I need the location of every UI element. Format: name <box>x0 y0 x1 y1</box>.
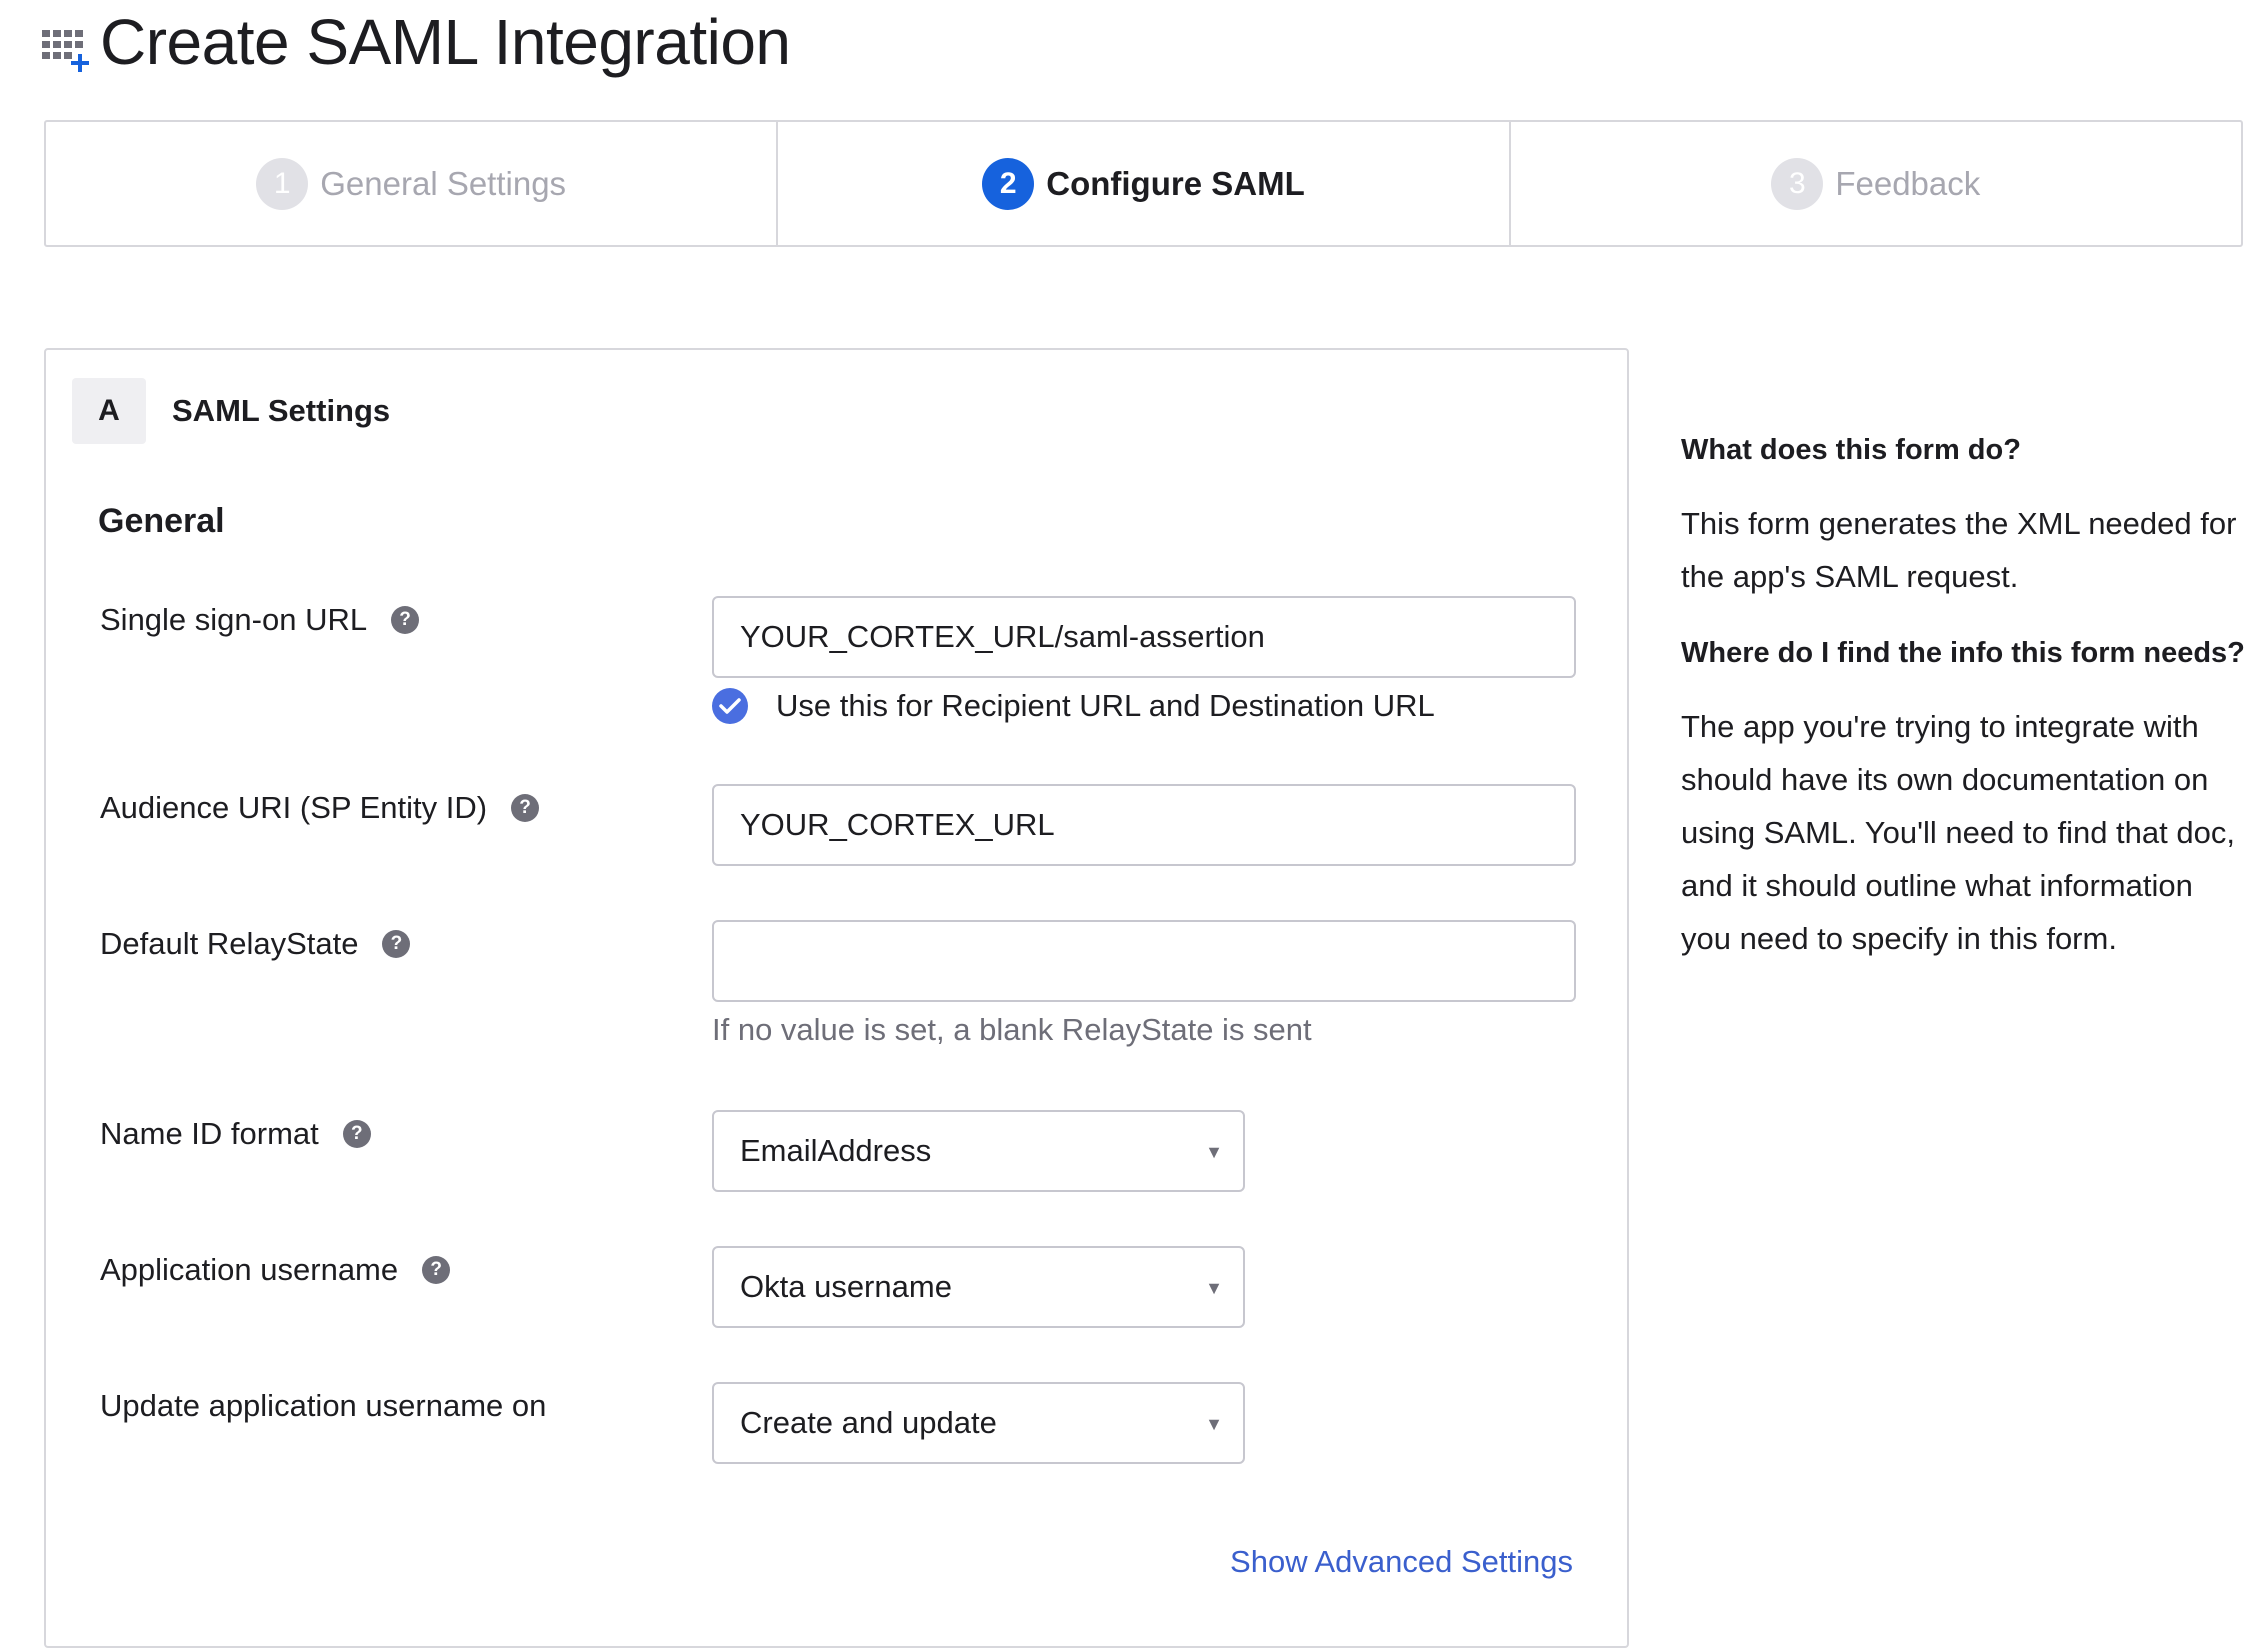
name-id-format-select[interactable]: EmailAddress ▼ <box>712 1110 1245 1192</box>
chevron-down-icon: ▼ <box>1205 1142 1223 1162</box>
step-configure-saml[interactable]: 2 Configure SAML <box>778 122 1511 245</box>
sidebar-answer-1: This form generates the XML needed for t… <box>1681 506 2237 594</box>
step-number: 2 <box>982 157 1035 210</box>
name-id-format-label-text: Name ID format <box>100 1116 319 1151</box>
page-title: Create SAML Integration <box>100 6 791 78</box>
recipient-url-checkbox-row[interactable]: Use this for Recipient URL and Destinati… <box>712 688 1435 724</box>
show-advanced-settings-link[interactable]: Show Advanced Settings <box>1230 1544 1573 1580</box>
update-username-on-label-text: Update application username on <box>100 1388 547 1423</box>
help-icon[interactable]: ? <box>382 930 411 958</box>
help-icon[interactable]: ? <box>342 1120 371 1148</box>
update-username-on-select[interactable]: Create and update ▼ <box>712 1382 1245 1464</box>
step-label: Feedback <box>1835 164 1981 202</box>
relay-state-input[interactable] <box>712 920 1576 1002</box>
step-label: Configure SAML <box>1046 164 1305 202</box>
relay-state-label-text: Default RelayState <box>100 926 359 961</box>
app-username-label: Application username ? <box>100 1252 451 1288</box>
audience-uri-label-text: Audience URI (SP Entity ID) <box>100 790 488 825</box>
sso-url-input[interactable] <box>712 596 1576 678</box>
saml-settings-card: A SAML Settings General Single sign-on U… <box>44 348 1629 1648</box>
audience-uri-input[interactable] <box>712 784 1576 866</box>
step-number: 3 <box>1771 157 1824 210</box>
chevron-down-icon: ▼ <box>1205 1278 1223 1298</box>
help-sidebar: What does this form do? This form genera… <box>1681 430 2251 965</box>
update-username-on-label: Update application username on <box>100 1388 546 1424</box>
step-feedback[interactable]: 3 Feedback <box>1511 122 2241 245</box>
app-username-value: Okta username <box>740 1269 952 1304</box>
section-letter-badge: A <box>72 378 146 444</box>
recipient-url-checkbox-label: Use this for Recipient URL and Destinati… <box>776 688 1435 723</box>
page-header: Create SAML Integration <box>40 10 791 74</box>
help-icon[interactable]: ? <box>511 794 540 822</box>
app-username-select[interactable]: Okta username ▼ <box>712 1246 1245 1328</box>
relay-state-hint: If no value is set, a blank RelayState i… <box>712 1012 1312 1047</box>
group-title-general: General <box>98 502 225 540</box>
sidebar-answer-2: The app you're trying to integrate with … <box>1681 709 2235 956</box>
help-icon[interactable]: ? <box>422 1256 451 1284</box>
sso-url-label: Single sign-on URL ? <box>100 602 420 638</box>
relay-state-label: Default RelayState ? <box>100 926 411 962</box>
name-id-format-value: EmailAddress <box>740 1133 932 1168</box>
update-username-on-value: Create and update <box>740 1405 997 1440</box>
audience-uri-label: Audience URI (SP Entity ID) ? <box>100 790 540 826</box>
help-icon[interactable]: ? <box>391 606 420 634</box>
step-general-settings[interactable]: 1 General Settings <box>46 122 779 245</box>
sso-url-label-text: Single sign-on URL <box>100 602 368 637</box>
step-number: 1 <box>256 157 309 210</box>
checkmark-icon <box>719 698 741 714</box>
add-app-icon <box>42 30 89 72</box>
section-title: SAML Settings <box>172 393 391 428</box>
name-id-format-label: Name ID format ? <box>100 1116 371 1152</box>
app-username-label-text: Application username <box>100 1252 399 1287</box>
section-header: A SAML Settings <box>72 378 390 444</box>
chevron-down-icon: ▼ <box>1205 1414 1223 1434</box>
sidebar-question-2: Where do I find the info this form needs… <box>1681 637 2245 669</box>
recipient-url-checkbox[interactable] <box>712 688 748 724</box>
step-label: General Settings <box>320 164 567 202</box>
sidebar-question-1: What does this form do? <box>1681 434 2021 466</box>
wizard-steps: 1 General Settings 2 Configure SAML 3 Fe… <box>44 120 2243 247</box>
